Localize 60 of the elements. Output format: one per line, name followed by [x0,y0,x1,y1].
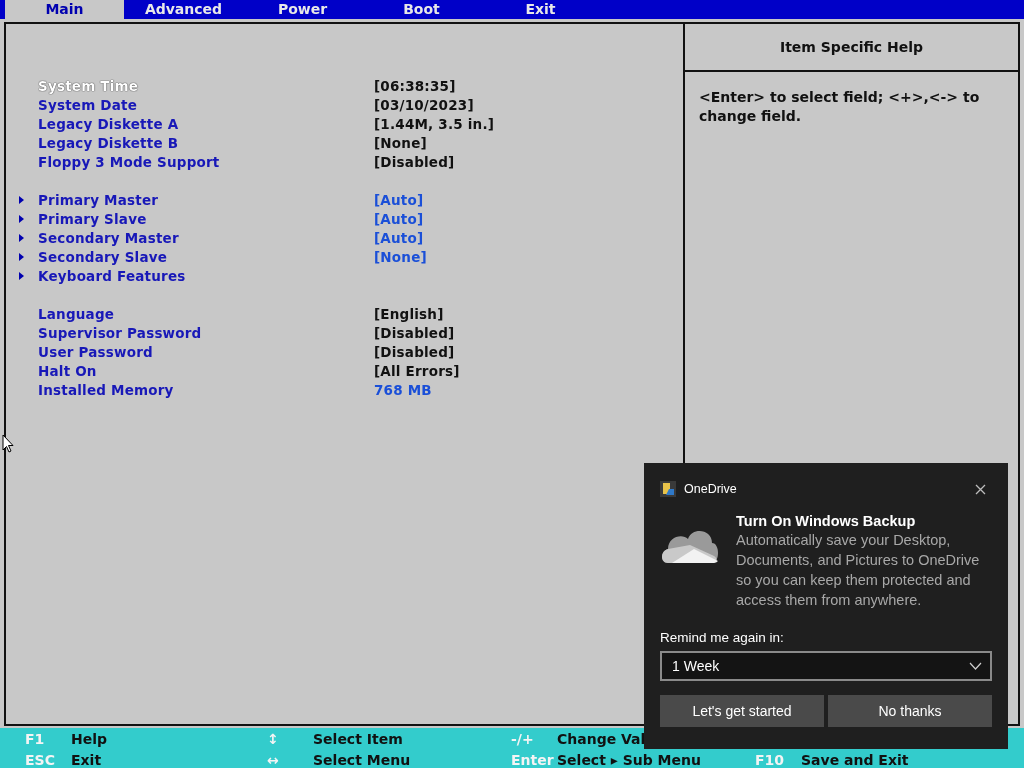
key-action: Select ▸ Sub Menu [557,752,701,768]
setting-value: 768 MB [374,381,432,398]
setting-value: [Auto] [374,229,424,246]
key-action: Help [71,730,108,747]
key-name: ↕ [266,730,280,747]
setting-label[interactable]: Floppy 3 Mode Support [38,153,374,170]
setting-label[interactable]: Primary Master [38,191,374,208]
setting-value: [1.44M, 3.5 in.] [374,115,495,132]
app-icon [660,481,676,497]
setting-label[interactable]: User Password [38,343,374,360]
setting-value: [06:38:35] [374,77,456,94]
setting-value: [Disabled] [374,324,455,341]
key-name: -/+ [510,730,535,747]
key-name: ↔ [266,752,280,768]
setting-label[interactable]: Secondary Master [38,229,374,246]
close-icon[interactable] [975,483,986,495]
setting-value: [None] [374,248,427,265]
setting-value: [Disabled] [374,153,455,170]
remind-label: Remind me again in: [660,630,785,645]
setting-label[interactable]: Legacy Diskette B [38,134,374,151]
notification-button[interactable]: No thanks [828,695,992,727]
key-action: Select Menu [313,752,411,768]
menu-tab[interactable]: Exit [481,0,600,19]
menu-tab[interactable]: Main [5,0,124,19]
chevron-down-icon [969,662,982,670]
setting-label[interactable]: Primary Slave [38,210,374,227]
notification-button[interactable]: Let's get started [660,695,824,727]
setting-label[interactable]: Supervisor Password [38,324,374,341]
help-panel-title: Item Specific Help [685,24,1018,72]
setting-value: [None] [374,134,427,151]
setting-label[interactable]: Language [38,305,374,322]
key-action: Save and Exit [801,752,909,768]
app-name: OneDrive [684,482,738,496]
setting-value: [03/10/2023] [374,96,474,113]
notification-title: Turn On Windows Backup [736,513,917,530]
setting-label[interactable]: Legacy Diskette A [38,115,374,132]
setting-label[interactable]: System Date [38,96,374,113]
notification-message: Automatically save your Desktop, Documents, and Pictures to OneDrive so you can keep them protected and access them from anywhere. [736,531,981,610]
remind-dropdown[interactable]: 1 Week [660,651,992,681]
setting-value: [Auto] [374,191,424,208]
help-text: <Enter> to select field; <+>,<-> to change field. [698,88,981,126]
setting-value: [Auto] [374,210,424,227]
mouse-pointer-icon [2,434,14,454]
menu-tab[interactable]: Power [243,0,362,19]
key-name: F10 [754,752,786,768]
key-name: F1 [24,730,46,747]
setting-label[interactable]: Keyboard Features [38,267,374,284]
key-action: Exit [71,752,102,768]
menu-tab[interactable]: Boot [362,0,481,19]
setting-label[interactable]: Halt On [38,362,374,379]
key-name: ESC [24,752,56,768]
setting-value: [Disabled] [374,343,455,360]
setting-value: [All Errors] [374,362,460,379]
key-name: Enter [510,752,555,768]
key-action: Change Val [557,730,646,747]
setting-label[interactable]: Secondary Slave [38,248,374,265]
setting-value: [English] [374,305,444,322]
key-action: Select Item [313,730,403,747]
setting-label[interactable]: Installed Memory [38,381,374,398]
menu-tab[interactable]: Advanced [124,0,243,19]
